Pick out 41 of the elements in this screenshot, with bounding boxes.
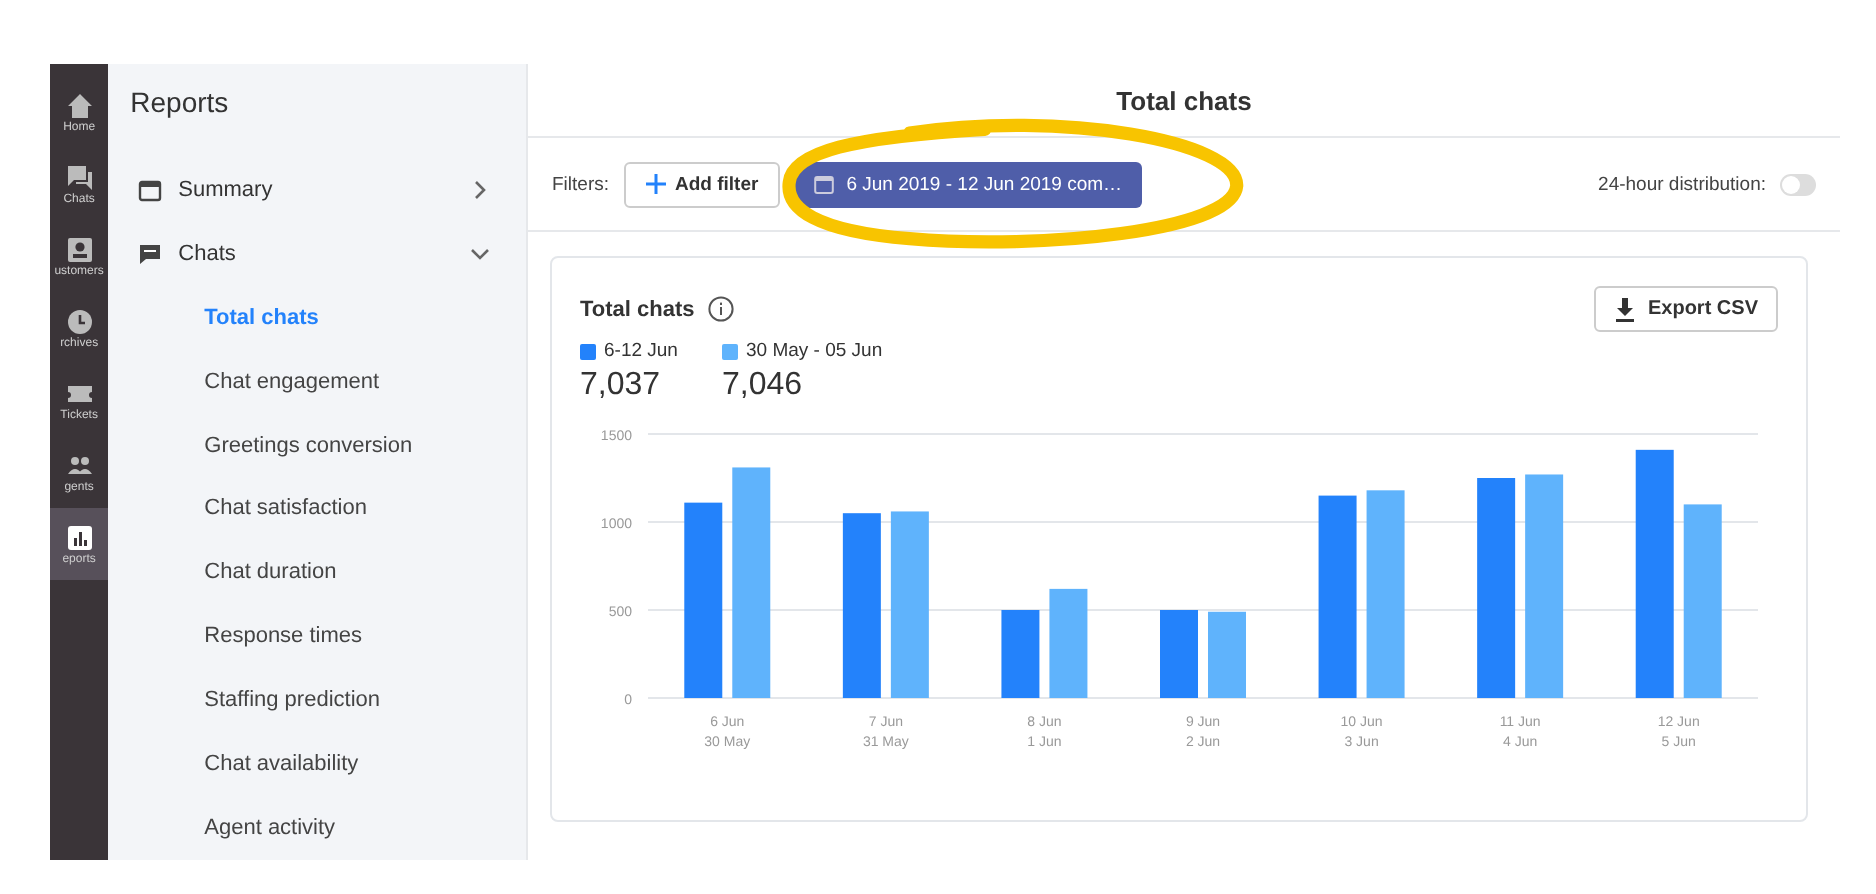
distribution-label: 24-hour distribution: [1598, 173, 1766, 195]
total-value: 7,037 [580, 368, 663, 404]
bar [1001, 610, 1040, 698]
sidebar-item[interactable]: Chat engagement [108, 349, 526, 414]
clock-icon [65, 307, 94, 335]
people-icon [65, 451, 94, 479]
distribution-toggle[interactable] [1780, 173, 1816, 195]
sidebar-item[interactable]: Chat availability [108, 732, 526, 797]
download-icon [1613, 297, 1636, 321]
bar [1049, 588, 1088, 698]
sidebar-section[interactable]: Summary [108, 158, 526, 222]
sidebar-title: Reports [128, 84, 231, 122]
calendar-icon [814, 174, 835, 194]
legend-label: 6-12 Jun [604, 340, 678, 362]
info-icon[interactable] [708, 296, 735, 322]
card-title: Total chats [580, 297, 695, 321]
sidebar-item[interactable]: Agent activity [108, 796, 526, 860]
calendar-icon [138, 177, 163, 202]
sidebar-section[interactable]: Chats [108, 221, 526, 286]
sidebar-item[interactable]: Staffing prediction [108, 668, 526, 733]
chat-icon [138, 241, 163, 266]
home-icon [65, 91, 94, 119]
filters-label: Filters: [552, 173, 609, 195]
sidebar-item[interactable]: Chat duration [108, 540, 526, 605]
chat-icon [65, 163, 94, 191]
contact-icon [65, 235, 94, 263]
total-value: 7,046 [721, 368, 805, 404]
page-title: Total chats [1116, 85, 1252, 115]
bar-chart-icon [65, 523, 94, 551]
sidebar-item[interactable]: Greetings conversion [108, 413, 526, 478]
chevron-right-icon [470, 179, 490, 200]
sidebar-item[interactable]: Chat satisfaction [108, 477, 526, 541]
date-range-button[interactable]: 6 Jun 2019 - 12 Jun 2019 com… [794, 161, 1143, 207]
legend-label: 30 May - 05 Jun [745, 340, 883, 362]
sidebar-item[interactable]: Response times [108, 604, 526, 669]
bar [1160, 610, 1198, 698]
add-filter-button[interactable]: Add filter [623, 161, 781, 207]
plus-icon [645, 174, 665, 194]
bar [1208, 611, 1246, 698]
export-csv-button[interactable]: Export CSV [1593, 286, 1778, 332]
chevron-down-icon [470, 243, 490, 264]
